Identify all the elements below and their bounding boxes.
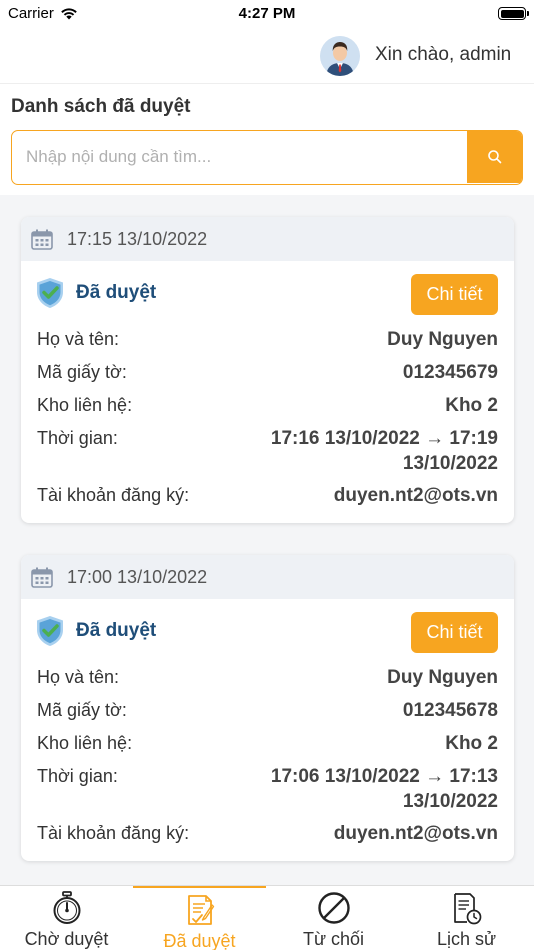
avatar[interactable] <box>320 36 360 76</box>
greeting-text: Xin chào, admin <box>375 44 512 65</box>
search-button[interactable] <box>467 131 522 183</box>
tab-label: Đã duyệt <box>163 931 236 950</box>
doc-id-value: 012345679 <box>402 362 498 383</box>
status-badge: Đã duyệt <box>36 615 156 647</box>
warehouse-value: Kho 2 <box>445 733 498 754</box>
status-text: Đã duyệt <box>76 282 157 303</box>
calendar-icon <box>31 229 53 250</box>
tab-label: Từ chối <box>302 929 365 949</box>
search-input[interactable] <box>12 131 468 183</box>
full-name-value: Duy Nguyen <box>387 667 498 688</box>
battery-icon <box>498 7 529 20</box>
tab-history[interactable]: Lịch sử <box>400 886 533 950</box>
card-body: Đã duyệt Chi tiết Họ và tên: Duy Nguyen … <box>21 261 514 523</box>
time-value-end: 13/10/2022 <box>402 791 498 812</box>
detail-button[interactable]: Chi tiết <box>411 612 498 653</box>
bottom-tab-bar: Chờ duyệt Đã duyệt Từ chối Lịch sử <box>0 885 534 950</box>
stopwatch-icon <box>53 891 80 924</box>
history-document-icon <box>453 893 481 925</box>
shield-check-icon <box>37 616 63 646</box>
time-value-start: 17:06 13/10/2022 → 17:13 <box>270 766 498 787</box>
time-value-end: 13/10/2022 <box>402 453 498 474</box>
full-name-label: Họ và tên: <box>37 667 120 687</box>
card-header: 17:15 13/10/2022 <box>21 217 514 261</box>
warehouse-label: Kho liên hệ: <box>37 395 133 415</box>
account-value: duyen.nt2@ots.vn <box>333 485 498 506</box>
user-avatar-icon <box>320 36 360 76</box>
card-header: 17:00 13/10/2022 <box>21 555 514 599</box>
approved-document-icon <box>187 895 214 925</box>
search-icon <box>487 150 501 164</box>
full-name-label: Họ và tên: <box>37 329 120 349</box>
card-date: 17:00 13/10/2022 <box>67 566 208 587</box>
card-date: 17:15 13/10/2022 <box>67 228 208 249</box>
status-text: Đã duyệt <box>76 620 157 641</box>
page-title: Danh sách đã duyệt <box>11 96 191 117</box>
account-value: duyen.nt2@ots.vn <box>333 823 498 844</box>
search-box <box>11 130 523 185</box>
account-label: Tài khoản đăng ký: <box>37 485 190 505</box>
doc-id-label: Mã giấy tờ: <box>37 362 127 382</box>
full-name-value: Duy Nguyen <box>387 329 498 350</box>
approval-card: 17:00 13/10/2022 Đã duyệt Chi tiết Họ và… <box>21 555 514 861</box>
detail-button[interactable]: Chi tiết <box>411 274 498 315</box>
calendar-icon <box>31 567 53 588</box>
approved-list[interactable]: 17:15 13/10/2022 Đã duyệt Chi tiết Họ và… <box>0 195 534 885</box>
prohibited-icon <box>317 892 350 924</box>
card-body: Đã duyệt Chi tiết Họ và tên: Duy Nguyen … <box>21 599 514 861</box>
tab-pending[interactable]: Chờ duyệt <box>0 886 133 950</box>
approval-card: 17:15 13/10/2022 Đã duyệt Chi tiết Họ và… <box>21 217 514 523</box>
time-label: Thời gian: <box>37 428 118 448</box>
app-header: Xin chào, admin <box>0 28 534 84</box>
clock: 4:27 PM <box>238 5 296 22</box>
tab-rejected[interactable]: Từ chối <box>267 886 400 950</box>
warehouse-value: Kho 2 <box>445 395 498 416</box>
account-label: Tài khoản đăng ký: <box>37 823 190 843</box>
tab-label: Chờ duyệt <box>24 929 109 949</box>
status-badge: Đã duyệt <box>36 277 156 309</box>
tab-approved[interactable]: Đã duyệt <box>133 886 266 950</box>
doc-id-label: Mã giấy tờ: <box>37 700 127 720</box>
shield-check-icon <box>37 278 63 308</box>
warehouse-label: Kho liên hệ: <box>37 733 133 753</box>
doc-id-value: 012345678 <box>402 700 498 721</box>
tab-label: Lịch sử <box>436 929 497 949</box>
time-value-start: 17:16 13/10/2022 → 17:19 <box>270 428 498 449</box>
status-bar: Carrier 4:27 PM <box>0 0 534 28</box>
time-label: Thời gian: <box>37 766 118 786</box>
